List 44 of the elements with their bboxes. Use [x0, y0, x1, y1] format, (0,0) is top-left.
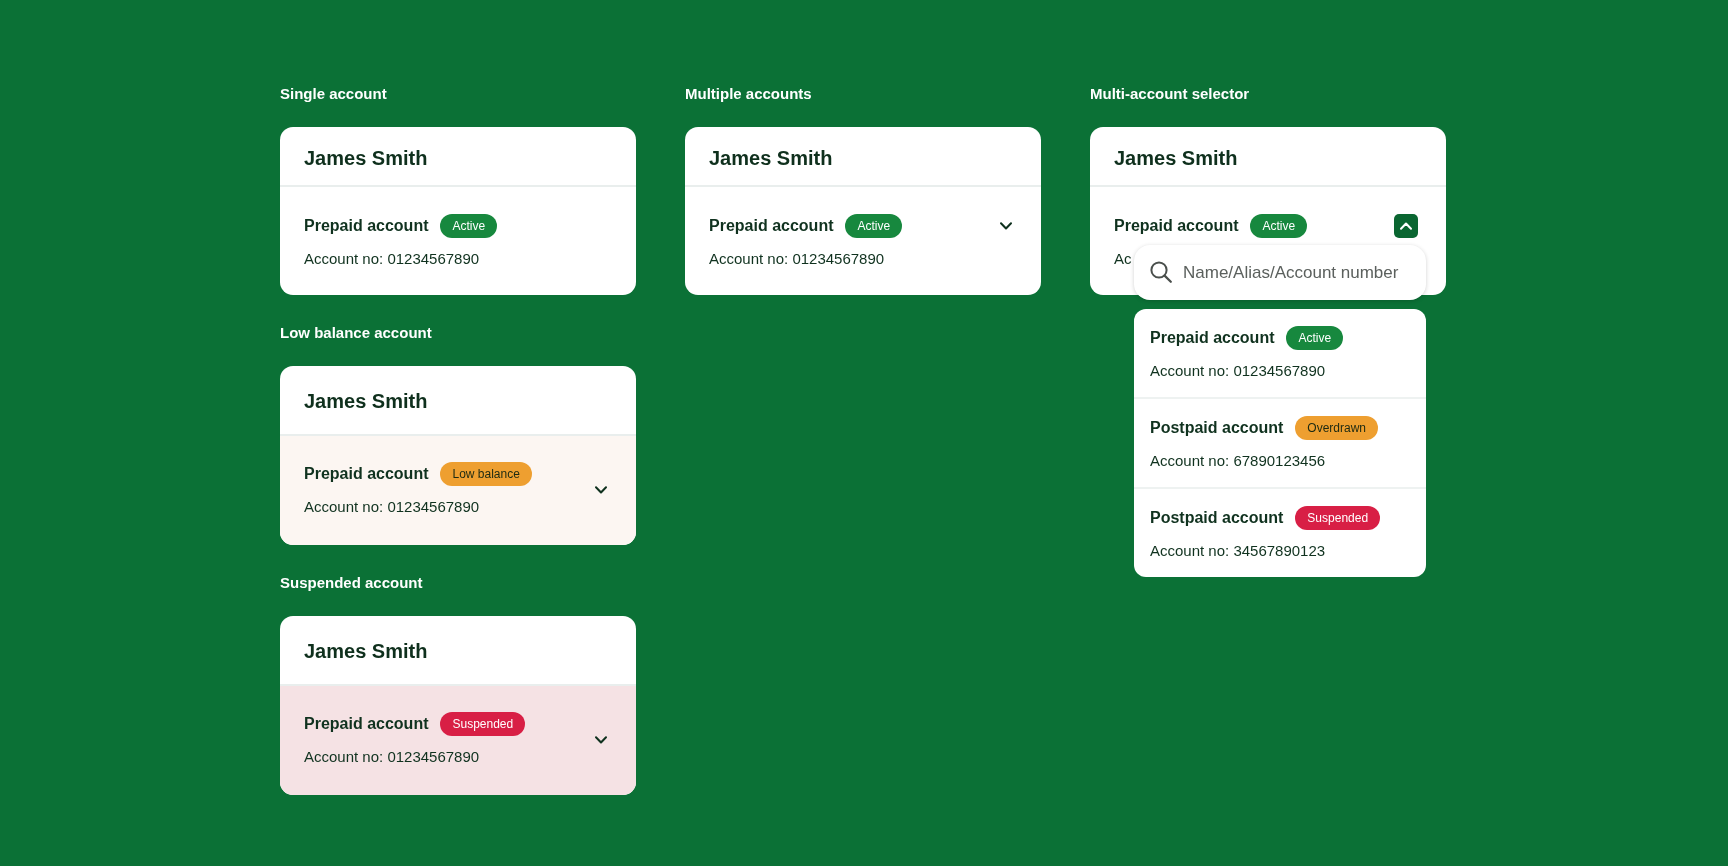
- account-type: Postpaid account: [1150, 418, 1284, 438]
- search-icon: [1150, 261, 1172, 283]
- expand-button[interactable]: [594, 735, 608, 745]
- account-number: Account no: 01234567890: [304, 249, 480, 269]
- status-badge: Suspended: [1295, 506, 1381, 530]
- status-badge: Active: [440, 214, 498, 238]
- account-type: Prepaid account: [304, 464, 429, 484]
- account-holder-name: James Smith: [709, 146, 833, 170]
- account-number: Account no: 01234567890: [1150, 361, 1326, 381]
- account-number: Account no: 67890123456: [1150, 451, 1326, 471]
- chevron-down-icon: [595, 486, 607, 494]
- expand-button[interactable]: [999, 221, 1013, 231]
- status-badge: Low balance: [440, 462, 532, 486]
- status-badge: Active: [1286, 326, 1344, 350]
- chevron-down-icon: [1000, 222, 1012, 230]
- chevron-up-icon: [1400, 222, 1412, 230]
- account-holder-name: James Smith: [304, 639, 428, 663]
- account-type: Postpaid account: [1150, 508, 1284, 528]
- expand-button[interactable]: [594, 485, 608, 495]
- account-number: Account no: 01234567890: [709, 249, 885, 269]
- search-field[interactable]: Name/Alias/Account number: [1134, 245, 1426, 300]
- account-type: Prepaid account: [1114, 216, 1239, 236]
- account-number: Ac: [1114, 249, 1132, 269]
- status-badge: Active: [1250, 214, 1308, 238]
- account-holder-name: James Smith: [304, 389, 428, 413]
- section-title: Suspended account: [280, 574, 423, 592]
- account-number: Account no: 34567890123: [1150, 541, 1326, 561]
- section-title: Multi-account selector: [1090, 85, 1250, 103]
- section-title: Multiple accounts: [685, 85, 812, 103]
- account-type: Prepaid account: [709, 216, 834, 236]
- chevron-down-icon: [595, 736, 607, 744]
- account-number: Account no: 01234567890: [304, 747, 480, 767]
- status-badge: Overdrawn: [1295, 416, 1379, 440]
- account-number: Account no: 01234567890: [304, 497, 480, 517]
- status-badge: Active: [845, 214, 903, 238]
- account-type: Prepaid account: [304, 714, 429, 734]
- account-type: Prepaid account: [1150, 328, 1275, 348]
- account-holder-name: James Smith: [1114, 146, 1238, 170]
- section-title: Single account: [280, 85, 387, 103]
- account-type: Prepaid account: [304, 216, 429, 236]
- collapse-button[interactable]: [1394, 214, 1418, 238]
- account-holder-name: James Smith: [304, 146, 428, 170]
- status-badge: Suspended: [440, 712, 526, 736]
- section-title: Low balance account: [280, 324, 432, 342]
